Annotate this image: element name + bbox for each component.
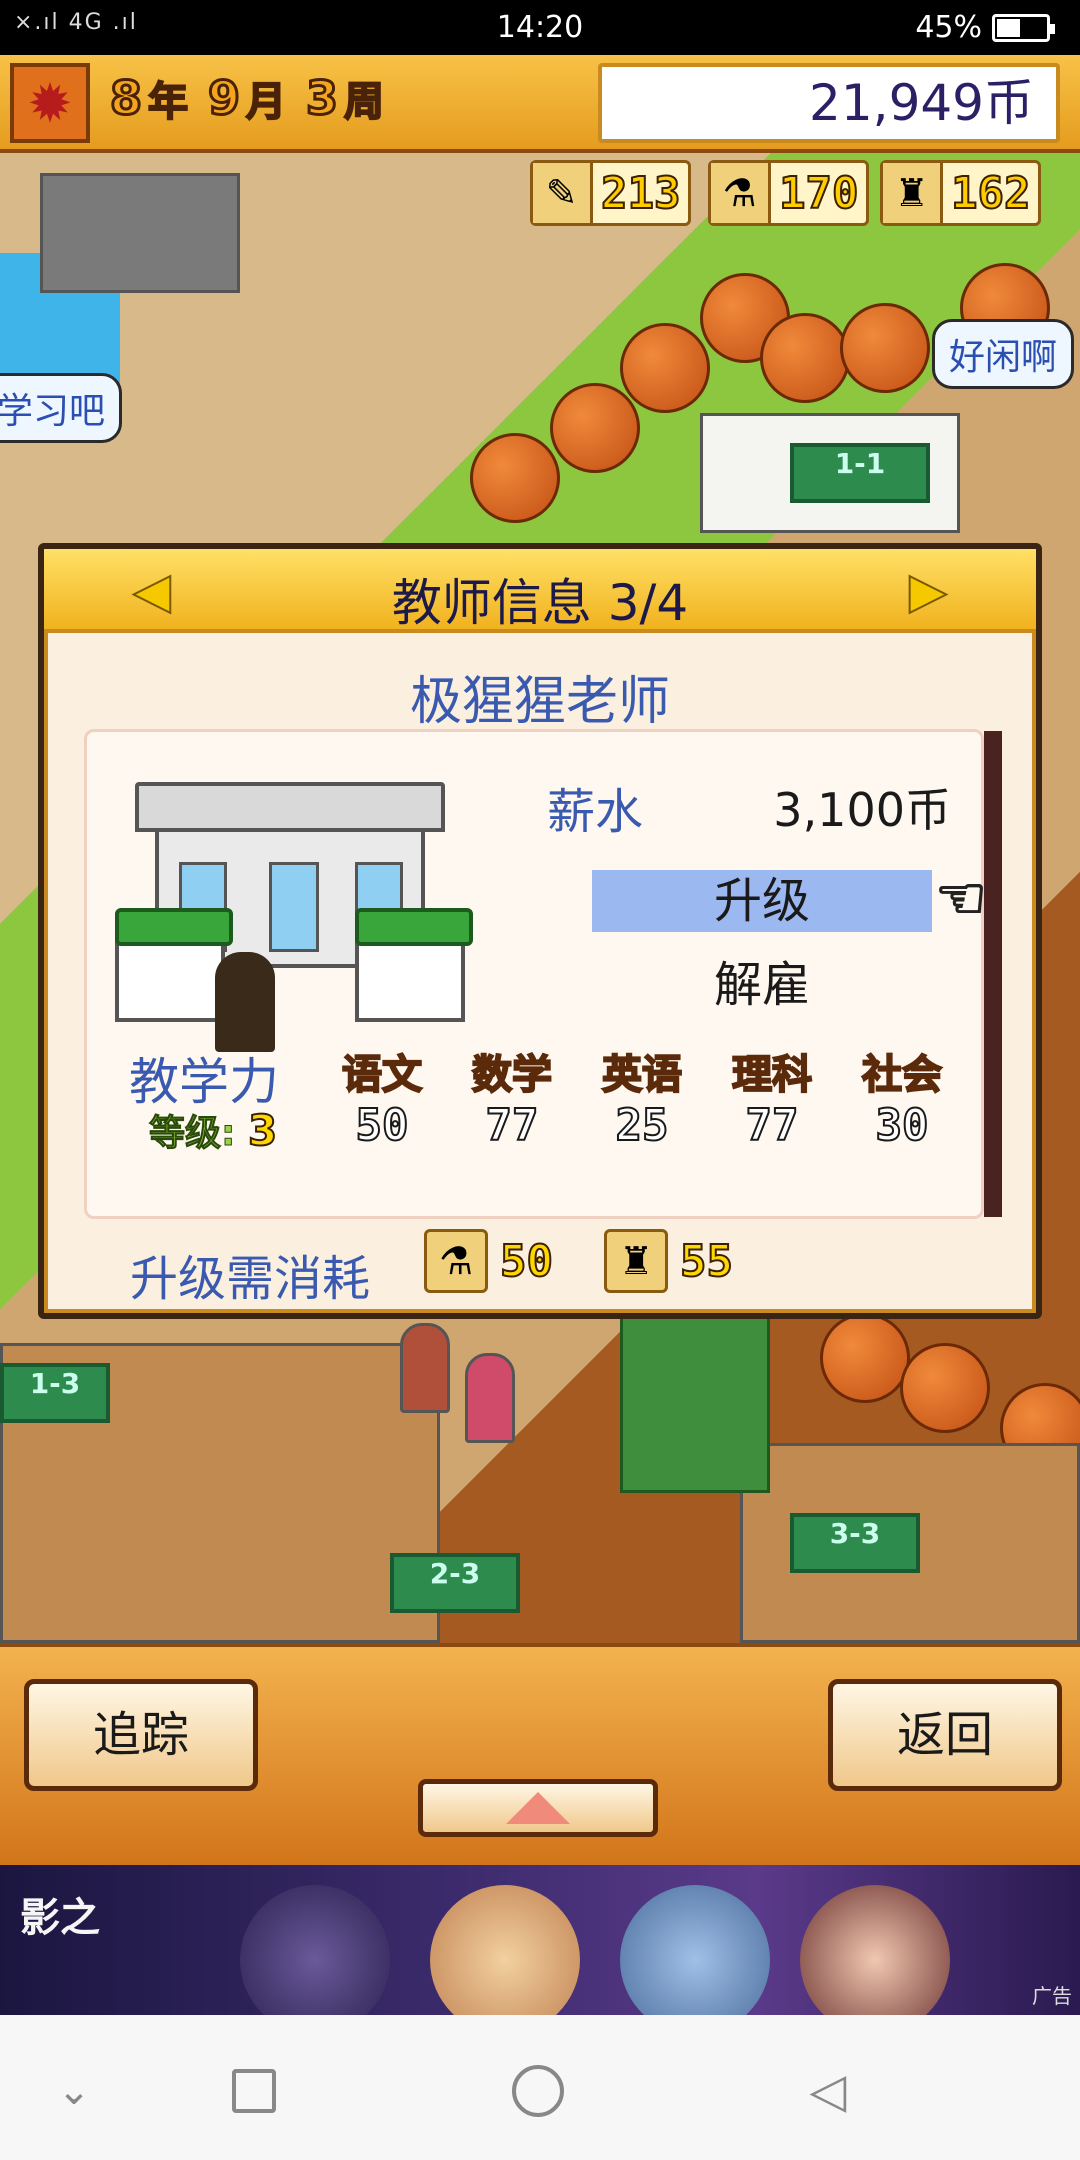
bamboo	[620, 1313, 770, 1493]
classroom-board: 3-3	[790, 1513, 920, 1573]
back-button[interactable]: 返回	[828, 1679, 1062, 1791]
expand-menu-button[interactable]	[418, 1779, 658, 1837]
recents-icon[interactable]	[232, 2069, 276, 2113]
student-character[interactable]	[465, 1353, 515, 1443]
ad-logo: 影之	[20, 1895, 100, 1941]
resource-value: 162	[950, 167, 1031, 220]
flask-icon: ⚗	[424, 1229, 488, 1293]
ad-character	[800, 1885, 950, 2015]
cost-value: 55	[679, 1235, 734, 1288]
battery-percent: 45%	[915, 10, 982, 45]
upgrade-cost-label: 升级需消耗	[130, 1251, 371, 1307]
status-bar: ×.ıl 4G .ıl 14:20 45%	[0, 0, 1080, 55]
home-icon[interactable]	[512, 2065, 564, 2117]
level-label: 等级:	[148, 1113, 236, 1155]
track-button[interactable]: 追踪	[24, 1679, 258, 1791]
fire-button[interactable]: 解雇	[592, 954, 932, 1016]
cost-value: 50	[499, 1235, 554, 1288]
resource-value: 213	[600, 167, 681, 220]
gazebo	[40, 173, 240, 293]
classroom-board: 2-3	[390, 1553, 520, 1613]
battery-icon	[992, 13, 1055, 42]
level-value: 3	[247, 1105, 278, 1156]
month-unit: 月	[245, 78, 287, 126]
bell-icon: ♜	[604, 1229, 668, 1293]
subject-value: 50	[355, 1099, 410, 1152]
subject-chinese: 语文	[341, 1051, 423, 1099]
subject-value: 25	[615, 1099, 670, 1152]
subject-value: 30	[875, 1099, 930, 1152]
week-number: 3	[305, 70, 340, 127]
autumn-tree	[840, 303, 930, 393]
pointing-hand-icon: ☜	[934, 863, 988, 933]
subject-value: 77	[485, 1099, 540, 1152]
ad-label: 广告	[1032, 1984, 1072, 2008]
subject-list: 语文 数学 英语 理科 社会	[317, 1042, 967, 1100]
autumn-tree	[620, 323, 710, 413]
student-character[interactable]	[400, 1323, 450, 1413]
chevron-down-icon[interactable]: ⌄	[46, 2063, 102, 2119]
resource-value: 170	[778, 167, 859, 220]
autumn-tree	[760, 313, 850, 403]
autumn-tree	[470, 433, 560, 523]
resource-bell: ♜ 162	[880, 160, 1042, 226]
subject-social: 社会	[861, 1051, 943, 1099]
upgrade-cost-flask: ⚗ 50	[424, 1229, 554, 1293]
money-display: 21,949币	[598, 63, 1060, 143]
ad-character	[620, 1885, 770, 2015]
subject-english: 英语	[601, 1051, 683, 1099]
speech-bubble: 学习吧	[0, 373, 123, 443]
year-number: 8	[108, 70, 143, 127]
dialog-header: ◀ 教师信息 3/4 ▶	[44, 549, 1036, 633]
classroom-board: 1-3	[0, 1363, 110, 1423]
game-bottom-bar: 追踪 返回	[0, 1643, 1080, 1865]
game-date: 8 年 9 月 3 周	[108, 69, 398, 127]
school-building-image	[115, 782, 473, 1052]
autumn-tree	[900, 1343, 990, 1433]
ad-character	[430, 1885, 580, 2015]
battery-status: 45%	[915, 10, 1055, 45]
subject-math: 数学	[471, 1051, 553, 1099]
autumn-tree	[820, 1313, 910, 1403]
back-icon[interactable]: ◁	[800, 2063, 856, 2119]
teacher-level: 等级: 3	[148, 1104, 278, 1156]
scrollbar[interactable]	[984, 731, 1002, 1217]
autumn-tree	[550, 383, 640, 473]
salary-value: 3,100币	[773, 783, 951, 837]
upgrade-button[interactable]: 升级	[592, 870, 932, 932]
dialog-title: 教师信息 3/4	[391, 574, 689, 632]
year-unit: 年	[147, 78, 189, 126]
salary-label: 薪水	[547, 784, 644, 840]
ad-banner[interactable]: 影之 广告	[0, 1865, 1080, 2015]
teacher-name: 极猩猩老师	[409, 672, 670, 732]
up-arrow-icon	[506, 1792, 570, 1824]
subject-science: 理科	[731, 1051, 813, 1099]
flask-icon: ⚗	[711, 163, 771, 223]
pencil-icon: ✎	[533, 163, 593, 223]
subject-value: 77	[745, 1099, 800, 1152]
teacher-info-dialog: ◀ 教师信息 3/4 ▶ 极猩猩老师 薪水 3,100币 升级 ☜ 解雇 教学力…	[38, 543, 1042, 1319]
maple-leaf-icon: ✹	[10, 63, 90, 143]
subject-values: 50 77 25 77 30	[317, 1099, 967, 1152]
resource-flask: ⚗ 170	[708, 160, 870, 226]
upgrade-cost-bell: ♜ 55	[604, 1229, 734, 1293]
speech-bubble: 好闲啊	[932, 319, 1075, 389]
game-top-bar: ✹ 8 年 9 月 3 周 21,949币	[0, 55, 1080, 153]
system-nav-bar: ⌄ ◁	[0, 2015, 1080, 2160]
month-number: 9	[207, 70, 242, 127]
resource-pencil: ✎ 213	[530, 160, 692, 226]
teacher-avatar	[215, 952, 275, 1052]
bell-icon: ♜	[883, 163, 943, 223]
ad-character	[240, 1885, 390, 2015]
classroom-board: 1-1	[790, 443, 930, 503]
next-arrow-icon[interactable]: ▶	[900, 562, 956, 620]
week-unit: 周	[343, 78, 385, 126]
teacher-panel: 薪水 3,100币 升级 ☜ 解雇 教学力 语文 数学 英语 理科 社会 等级:…	[84, 729, 988, 1219]
